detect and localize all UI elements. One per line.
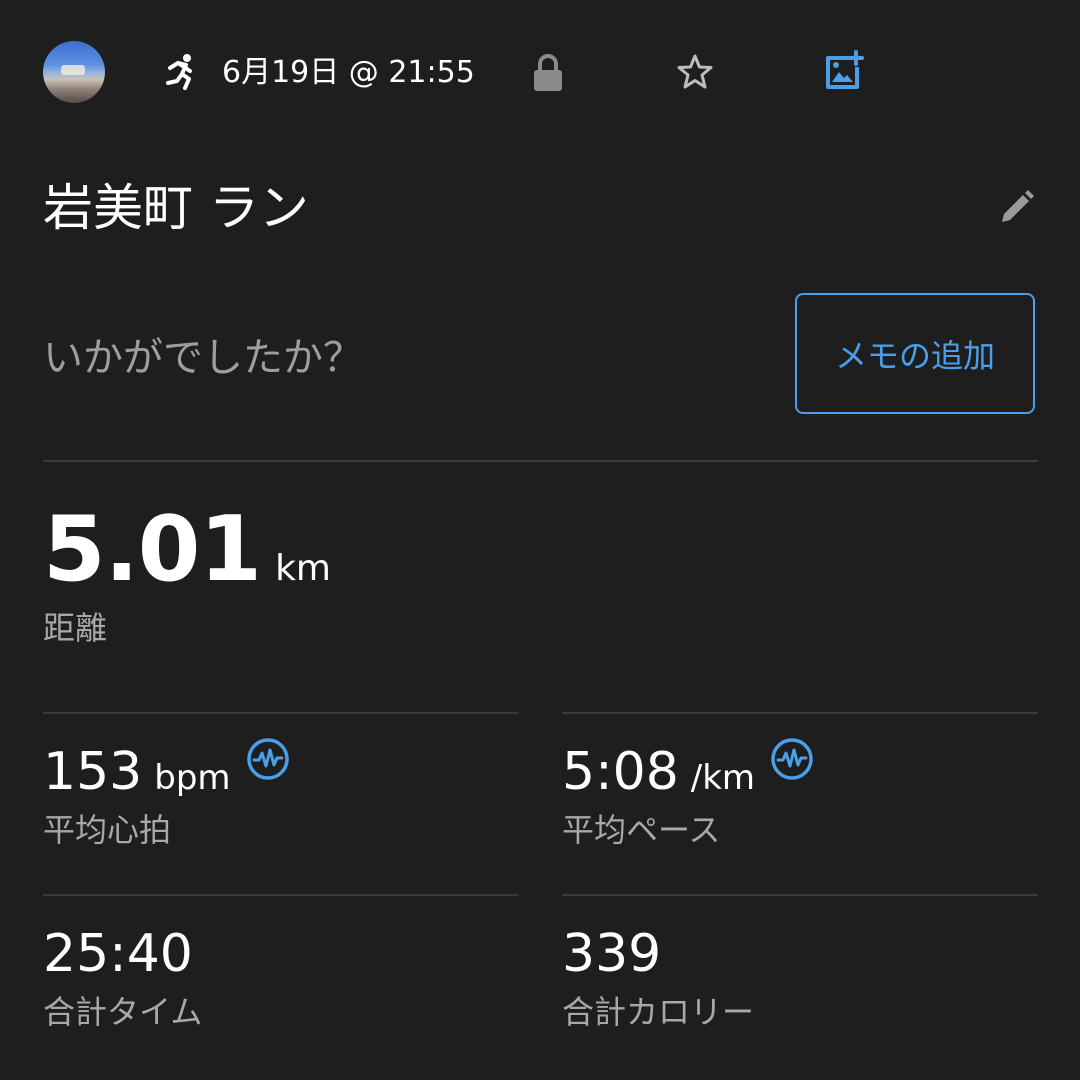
- pencil-icon[interactable]: [996, 188, 1036, 228]
- divider: [562, 712, 1038, 714]
- total-time-label: 合計タイム: [43, 993, 203, 1031]
- total-calories-stat: 339 合計カロリー: [562, 924, 754, 1032]
- avg-pace-label: 平均ペース: [562, 811, 721, 849]
- divider: [43, 460, 1038, 462]
- activity-header: 6月19日 @ 21:55: [0, 0, 1080, 140]
- total-time-stat: 25:40 合計タイム: [43, 924, 202, 1032]
- divider: [43, 894, 519, 896]
- distance-stat: 5.01 km: [43, 500, 331, 600]
- total-calories-label: 合計カロリー: [562, 993, 755, 1031]
- distance-value: 5.01: [43, 497, 262, 602]
- running-person-icon: [166, 54, 192, 90]
- avg-heart-rate-unit: bpm: [154, 758, 231, 798]
- avg-heart-rate-stat: 153 bpm 平均心拍: [43, 738, 291, 850]
- heart-rate-pulse-icon[interactable]: [769, 736, 815, 782]
- divider: [43, 712, 519, 714]
- avg-pace-unit: /km: [690, 758, 756, 798]
- total-time-value: 25:40: [43, 924, 193, 984]
- avg-heart-rate-label: 平均心拍: [43, 811, 172, 849]
- feedback-prompt: いかがでしたか？: [43, 335, 363, 381]
- total-calories-value: 339: [562, 924, 662, 984]
- user-avatar[interactable]: [43, 41, 105, 103]
- heart-rate-pulse-icon[interactable]: [245, 736, 291, 782]
- add-note-button[interactable]: メモの追加: [795, 293, 1035, 414]
- add-photo-icon[interactable]: [823, 50, 865, 92]
- distance-label: 距離: [43, 609, 108, 647]
- lock-icon[interactable]: [531, 53, 565, 93]
- divider: [562, 894, 1038, 896]
- avg-pace-value: 5:08: [562, 742, 679, 802]
- activity-title: 岩美町 ラン: [43, 179, 309, 237]
- distance-unit: km: [275, 548, 331, 589]
- avg-heart-rate-value: 153: [43, 742, 143, 802]
- star-outline-icon[interactable]: [676, 53, 714, 91]
- activity-datetime: 6月19日 @ 21:55: [222, 55, 475, 90]
- avg-pace-stat: 5:08/km 平均ペース: [562, 738, 815, 850]
- avatar-photo: [61, 65, 85, 75]
